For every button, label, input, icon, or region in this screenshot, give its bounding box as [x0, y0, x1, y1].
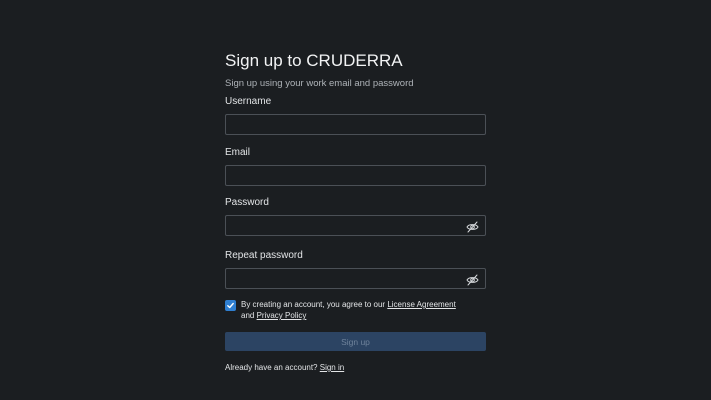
username-label: Username: [225, 96, 272, 107]
signup-form: Sign up to CRUDERRA Sign up using your w…: [225, 50, 486, 372]
signin-link[interactable]: Sign in: [320, 363, 344, 372]
agreement-text-and: and: [241, 311, 257, 320]
repeat-password-field-box: [225, 268, 486, 289]
page-title: Sign up to CRUDERRA: [225, 51, 403, 70]
password-input[interactable]: [226, 217, 485, 236]
eye-off-icon[interactable]: [466, 220, 479, 233]
email-label: Email: [225, 147, 251, 158]
eye-off-icon[interactable]: [466, 273, 479, 286]
privacy-policy-link[interactable]: Privacy Policy: [257, 311, 307, 320]
username-field-box: [225, 114, 486, 135]
agreement-text: By creating an account, you agree to our…: [241, 299, 456, 321]
username-group: Username: [225, 95, 486, 135]
signin-row: Already have an account? Sign in: [225, 362, 344, 373]
password-field-box: [225, 215, 486, 236]
agreement-checkbox[interactable]: [225, 300, 236, 311]
username-input[interactable]: [226, 116, 485, 135]
email-group: Email: [225, 146, 486, 186]
signup-page: Sign up to CRUDERRA Sign up using your w…: [0, 0, 711, 400]
license-agreement-link[interactable]: License Agreement: [387, 300, 456, 309]
repeat-password-label: Repeat password: [225, 250, 303, 261]
password-label: Password: [225, 197, 269, 208]
repeat-password-group: Repeat password: [225, 249, 486, 289]
password-group: Password: [225, 196, 486, 236]
signin-prompt: Already have an account?: [225, 363, 320, 372]
email-input[interactable]: [226, 167, 485, 186]
checkmark-icon: [227, 302, 234, 309]
repeat-password-input[interactable]: [226, 270, 485, 289]
agreement-row: By creating an account, you agree to our…: [225, 299, 486, 321]
signup-button[interactable]: Sign up: [225, 332, 486, 351]
email-field-box: [225, 165, 486, 186]
agreement-text-before: By creating an account, you agree to our: [241, 300, 388, 309]
page-subtitle: Sign up using your work email and passwo…: [225, 78, 414, 89]
